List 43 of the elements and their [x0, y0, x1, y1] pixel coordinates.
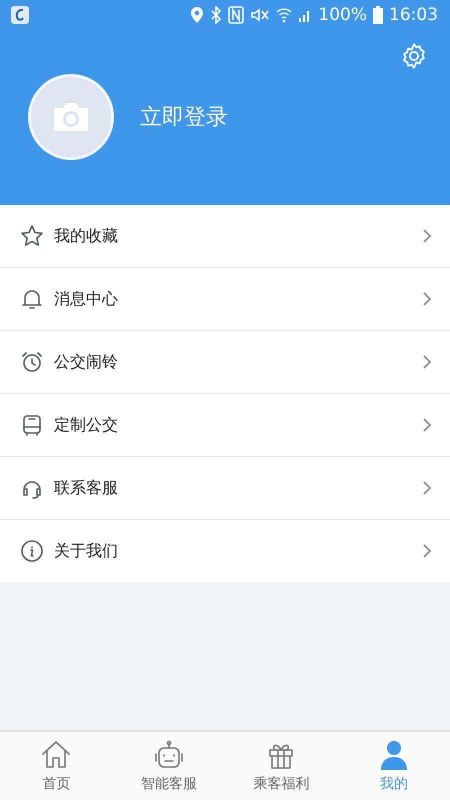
menu-label: 我的收藏 — [54, 226, 119, 246]
nav-tab[interactable]: 首页 — [0, 732, 112, 800]
home-icon — [40, 739, 72, 771]
chevron-right-icon — [422, 480, 432, 496]
menu-item[interactable]: 消息中心 — [0, 268, 450, 331]
robot-icon — [152, 739, 185, 771]
chevron-right-icon — [422, 354, 432, 370]
nav-tab[interactable]: 智能客服 — [112, 732, 225, 800]
info-icon — [20, 539, 44, 563]
alarm-clock-icon — [20, 350, 44, 374]
menu-item[interactable]: 我的收藏 — [0, 205, 450, 268]
app-icon — [10, 5, 30, 25]
camera-icon — [51, 101, 91, 133]
chevron-right-icon — [422, 228, 432, 244]
tab-label: 首页 — [42, 775, 70, 793]
nfc-icon — [228, 6, 244, 24]
chevron-right-icon — [422, 291, 432, 307]
menu-item[interactable]: 关于我们 — [0, 520, 450, 582]
menu-label: 公交闹铃 — [54, 352, 119, 372]
tab-label: 我的 — [380, 775, 408, 793]
battery-percent: 100% — [318, 5, 367, 25]
clock-time: 16:03 — [389, 5, 438, 25]
nav-tab[interactable]: 乘客福利 — [225, 732, 338, 800]
location-icon — [190, 6, 204, 24]
tab-label: 乘客福利 — [253, 775, 310, 793]
battery-icon — [373, 6, 383, 24]
menu-label: 消息中心 — [54, 288, 119, 310]
menu-label: 定制公交 — [54, 414, 119, 436]
chevron-right-icon — [422, 417, 432, 433]
settings-icon[interactable] — [400, 42, 428, 70]
menu-item[interactable]: 公交闹铃 — [0, 331, 450, 394]
chevron-right-icon — [422, 543, 432, 559]
menu-item[interactable]: 定制公交 — [0, 394, 450, 457]
menu-label: 关于我们 — [54, 540, 119, 562]
wifi-icon — [276, 6, 292, 24]
tab-label: 智能客服 — [140, 775, 197, 793]
bus-icon — [20, 413, 44, 437]
bluetooth-icon — [210, 6, 222, 24]
star-icon — [20, 224, 44, 248]
bell-icon — [20, 287, 44, 311]
menu-label: 联系客服 — [54, 478, 119, 498]
mute-icon — [250, 6, 270, 24]
menu-item[interactable]: 联系客服 — [0, 457, 450, 520]
